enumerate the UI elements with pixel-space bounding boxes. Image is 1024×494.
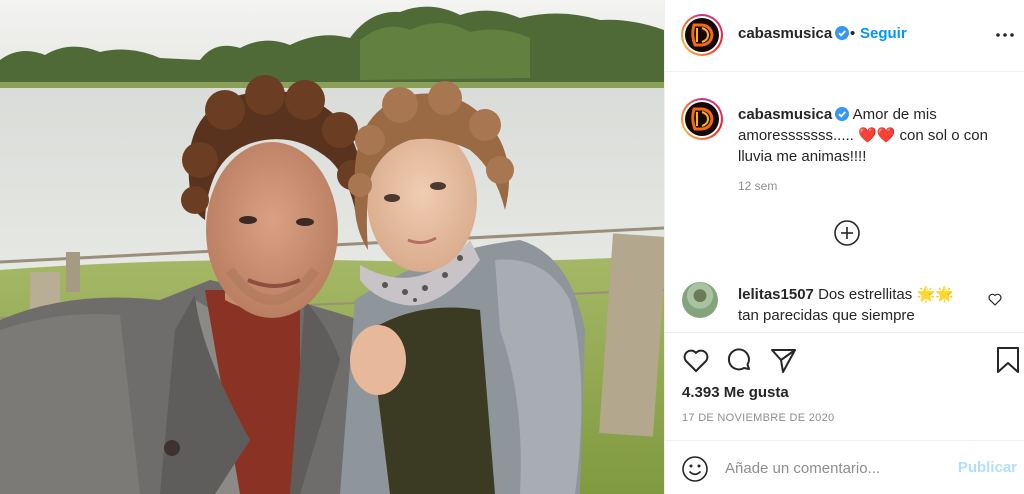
author-avatar[interactable] [681, 14, 723, 56]
add-comment-bar: Publicar [665, 440, 1024, 494]
header-username[interactable]: cabasmusica [738, 25, 850, 42]
post-actions: 4.393 Me gusta 17 DE NOVIEMBRE DE 2020 [665, 332, 1024, 432]
post-header: cabasmusica • Seguir [665, 0, 1024, 72]
header-separator-dot: • [850, 25, 856, 42]
comment-bubble-icon[interactable] [724, 345, 754, 375]
caption-hearts: ❤️❤️ [858, 127, 896, 144]
plus-circle-icon[interactable] [833, 219, 861, 247]
author-logo-icon [691, 107, 714, 131]
comment-heart-icon[interactable] [987, 291, 1003, 307]
post-caption: cabasmusica Amor de mis amoresssssss....… [738, 104, 1008, 167]
post-photo[interactable] [0, 0, 664, 494]
comment-item: lelitas1507 Dos estrellitas 🌟🌟 tan parec… [738, 284, 978, 326]
comment-username[interactable]: lelitas1507 [738, 286, 814, 303]
post-date[interactable]: 17 DE NOVIEMBRE DE 2020 [682, 412, 834, 424]
caption-username[interactable]: cabasmusica [738, 106, 832, 123]
more-options-icon[interactable] [995, 26, 1015, 44]
smiley-icon[interactable] [681, 455, 709, 483]
verified-badge-icon [835, 26, 850, 40]
caption-author-avatar[interactable] [681, 98, 723, 140]
header-username-text[interactable]: cabasmusica [738, 25, 832, 42]
post-time-ago[interactable]: 12 sem [738, 179, 777, 193]
paper-plane-icon[interactable] [768, 345, 798, 375]
heart-icon[interactable] [681, 345, 711, 375]
verified-badge-icon [835, 107, 850, 121]
bookmark-icon[interactable] [993, 345, 1023, 375]
commenter-avatar[interactable] [682, 282, 718, 318]
comments-list[interactable]: lelitas1507 Dos estrellitas 🌟🌟 tan parec… [665, 276, 1024, 331]
post-photo-illustration [0, 0, 664, 494]
author-logo-icon [691, 23, 714, 47]
comment-input[interactable] [725, 457, 945, 479]
post-details-panel: cabasmusica • Seguir cabasmusica Amor de… [664, 0, 1024, 494]
follow-button[interactable]: Seguir [860, 25, 907, 42]
likes-count[interactable]: 4.393 Me gusta [682, 384, 789, 401]
publish-button[interactable]: Publicar [958, 459, 1017, 476]
